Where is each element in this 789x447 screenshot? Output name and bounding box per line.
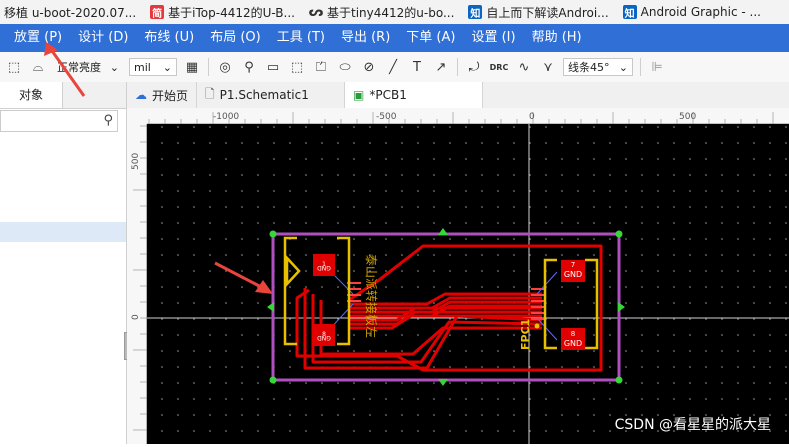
- watermark: CSDN @看星星的派大星: [615, 414, 771, 434]
- selected-row[interactable]: [0, 222, 126, 242]
- tab-label: P1.Schematic1: [220, 88, 309, 102]
- ellipse-icon[interactable]: ⬭: [335, 57, 355, 77]
- grid-icon[interactable]: ▦: [182, 57, 202, 77]
- route-icon[interactable]: ∿: [514, 57, 534, 77]
- unit-select[interactable]: mil ⌄: [129, 58, 177, 76]
- silkscreen-text: 泰山派转接板左: [364, 254, 379, 338]
- pad-net: GND: [317, 334, 331, 341]
- pad-number: 7: [571, 261, 575, 269]
- ruler-label: 0: [529, 112, 535, 122]
- bookmark-3[interactable]: ᔕ 基于tiny4412的u-bo...: [309, 4, 454, 21]
- menu-layout[interactable]: 布局 (O): [202, 24, 269, 52]
- menu-annotation-arrow: [36, 40, 96, 100]
- ruler-label: -500: [376, 112, 397, 122]
- csdn-icon: 简: [150, 5, 164, 19]
- bookmarks-bar: 移植 u-boot-2020.07... 简 基于iTop-4412的U-B..…: [0, 0, 789, 25]
- menu-tools[interactable]: 工具 (T): [269, 24, 333, 52]
- pcb-canvas[interactable]: -1000 -500 0 500 500 0: [127, 108, 789, 444]
- left-panel: ⚲: [0, 82, 127, 444]
- grid-dots: [147, 124, 789, 444]
- rect-icon[interactable]: ▭: [263, 57, 283, 77]
- pad-number: 8: [571, 330, 575, 338]
- pad-net: GND: [564, 339, 582, 348]
- tab-label: 开始页: [152, 87, 188, 104]
- ruler-label: 0: [131, 314, 141, 320]
- select-icon[interactable]: ⬚: [4, 57, 24, 77]
- document-icon: 🗋: [205, 85, 215, 106]
- pcb-icon: ▣: [353, 88, 364, 102]
- align-icon[interactable]: ⊫: [647, 57, 667, 77]
- separator: [640, 58, 641, 76]
- cloud-icon: ☁: [135, 88, 147, 102]
- chevron-down-icon: ⌄: [163, 61, 172, 74]
- document-tabs: ☁ 开始页 🗋 P1.Schematic1 ▣ *PCB1: [127, 82, 789, 109]
- bookmark-2[interactable]: 简 基于iTop-4412的U-B...: [150, 4, 295, 21]
- bookmark-4[interactable]: 知 自上而下解读Androi...: [468, 4, 608, 21]
- zhihu-icon: 知: [468, 5, 482, 19]
- bookmark-label: Android Graphic - ...: [641, 5, 761, 19]
- bookmark-1[interactable]: 移植 u-boot-2020.07...: [4, 4, 136, 21]
- ruler-label: -1000: [213, 112, 239, 122]
- via-icon[interactable]: ◎: [215, 57, 235, 77]
- tab-pcb[interactable]: ▣ *PCB1: [345, 82, 483, 108]
- rotate-icon[interactable]: ⤾: [464, 57, 484, 77]
- circle-slash-icon[interactable]: ⊘: [359, 57, 379, 77]
- menu-settings[interactable]: 设置 (I): [463, 24, 523, 52]
- pcb-svg: -1000 -500 0 500 500 0: [127, 108, 789, 444]
- menu-order[interactable]: 下单 (A): [398, 24, 463, 52]
- pin1-marker: [535, 324, 540, 329]
- chevron-down-icon: ⌄: [619, 61, 628, 74]
- menu-help[interactable]: 帮助 (H): [524, 24, 590, 52]
- unit-value: mil: [134, 61, 151, 74]
- ruler-label: 500: [679, 112, 696, 122]
- menu-export[interactable]: 导出 (R): [333, 24, 398, 52]
- drc-button[interactable]: DRC: [488, 57, 510, 77]
- tab-schematic[interactable]: 🗋 P1.Schematic1: [197, 82, 345, 108]
- line-mode-value: 线条45°: [568, 59, 610, 75]
- search-field[interactable]: ⚲: [0, 110, 118, 132]
- pin-icon[interactable]: ⚲: [239, 57, 259, 77]
- bookmark-label: 自上而下解读Androi...: [486, 4, 608, 21]
- yuque-icon: ᔕ: [309, 5, 323, 19]
- chevron-down-icon: ⌄: [110, 61, 119, 74]
- dashed-rect-icon[interactable]: ⬚: [287, 57, 307, 77]
- dimension-icon[interactable]: ↗: [431, 57, 451, 77]
- menu-bar: 放置 (P) 设计 (D) 布线 (U) 布局 (O) 工具 (T) 导出 (R…: [0, 24, 789, 52]
- separator: [208, 58, 209, 76]
- polygon-icon[interactable]: ⏍: [311, 57, 331, 77]
- component-designator: FPC1: [519, 319, 532, 350]
- bookmark-label: 基于iTop-4412的U-B...: [168, 4, 295, 21]
- zhihu-icon: 知: [623, 5, 637, 19]
- bookmark-5[interactable]: 知 Android Graphic - ...: [623, 5, 761, 19]
- bookmark-label: 基于tiny4412的u-bo...: [327, 4, 454, 21]
- text-icon[interactable]: T: [407, 57, 427, 77]
- toolbar: ⬚ ⌓ 正常亮度 ⌄ mil ⌄ ▦ ◎ ⚲ ▭ ⬚ ⏍ ⬭ ⊘ ╱ T ↗ ⤾…: [0, 52, 789, 83]
- separator: [457, 58, 458, 76]
- tab-label: *PCB1: [369, 88, 406, 102]
- line-mode-select[interactable]: 线条45° ⌄: [563, 58, 633, 76]
- bookmark-label: 移植 u-boot-2020.07...: [4, 4, 136, 21]
- tab-start-page[interactable]: ☁ 开始页: [127, 82, 197, 108]
- menu-route[interactable]: 布线 (U): [136, 24, 202, 52]
- ruler-label: 500: [131, 153, 141, 170]
- pad-net: GND: [317, 264, 331, 271]
- line-icon[interactable]: ╱: [383, 57, 403, 77]
- search-icon[interactable]: ⚲: [103, 113, 113, 128]
- fork-icon[interactable]: ⋎: [538, 57, 558, 77]
- pad-net: GND: [564, 270, 582, 279]
